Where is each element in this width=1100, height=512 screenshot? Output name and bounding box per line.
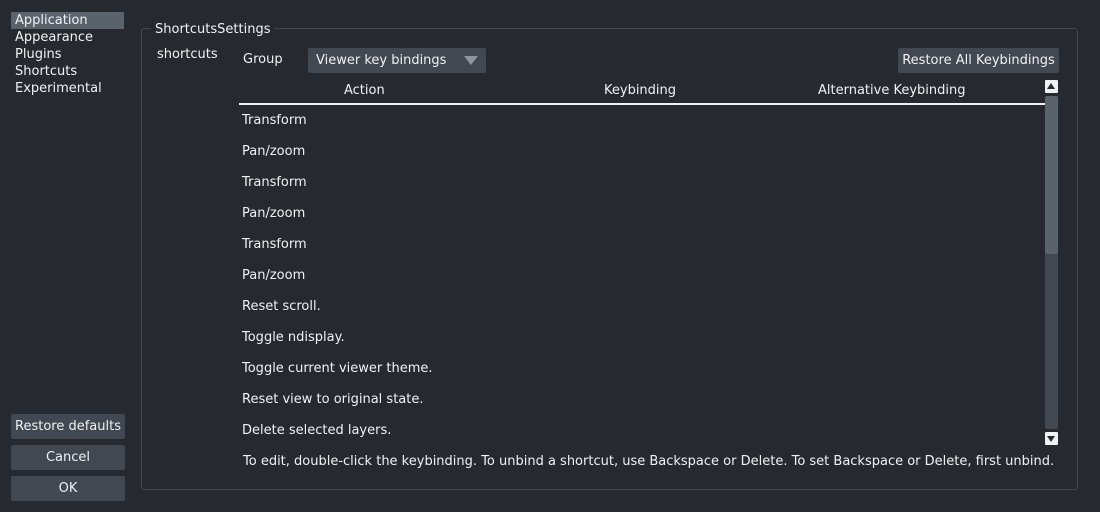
restore-defaults-button[interactable]: Restore defaults [11,414,125,439]
scroll-thumb[interactable] [1045,96,1058,254]
sidebar: Application Appearance Plugins Shortcuts… [11,12,125,97]
shortcuts-table: Action Keybinding Alternative Keybinding… [239,80,1045,444]
cancel-button[interactable]: Cancel [11,445,125,470]
sidebar-item-appearance[interactable]: Appearance [11,29,125,46]
chevron-down-icon [464,56,478,65]
action-cell: Pan/zoom [242,206,306,221]
action-cell: Reset view to original state. [242,392,424,407]
shortcuts-field-label: shortcuts [157,47,218,62]
edit-hint-text: To edit, double-click the keybinding. To… [243,454,1055,469]
sidebar-item-plugins[interactable]: Plugins [11,46,125,63]
groupbox-title: ShortcutsSettings [151,21,275,38]
action-cell: Reset scroll. [242,299,321,314]
table-header: Action Keybinding Alternative Keybinding [239,80,1045,105]
action-cell: Transform [242,175,307,190]
column-header-action[interactable]: Action [344,83,385,98]
preferences-dialog: Application Appearance Plugins Shortcuts… [0,0,1100,512]
table-row[interactable]: Transform [239,229,1045,260]
table-row[interactable]: Toggle current viewer theme. [239,353,1045,384]
group-label: Group [243,52,283,67]
table-row[interactable]: Reset scroll. [239,291,1045,322]
action-cell: Transform [242,237,307,252]
table-row[interactable]: Reset view to original state. [239,384,1045,415]
table-row[interactable]: Toggle ndisplay. [239,322,1045,353]
table-scrollbar[interactable] [1045,80,1058,445]
column-header-keybinding[interactable]: Keybinding [604,83,676,98]
table-row[interactable]: Delete selected layers. [239,415,1045,444]
column-header-alternative-keybinding[interactable]: Alternative Keybinding [818,83,965,98]
action-cell: Delete selected layers. [242,423,392,438]
group-dropdown[interactable]: Viewer key bindings [308,48,486,73]
table-row[interactable]: Pan/zoom [239,260,1045,291]
scroll-track[interactable] [1045,96,1058,429]
action-cell: Pan/zoom [242,268,306,283]
arrow-up-icon[interactable] [1045,80,1058,93]
action-cell: Pan/zoom [242,144,306,159]
table-row[interactable]: Transform [239,167,1045,198]
table-row[interactable]: Transform [239,105,1045,136]
sidebar-item-application[interactable]: Application [11,12,124,29]
restore-all-keybindings-button[interactable]: Restore All Keybindings [898,48,1059,73]
action-cell: Transform [242,113,307,128]
sidebar-item-shortcuts[interactable]: Shortcuts [11,63,125,80]
table-row[interactable]: Pan/zoom [239,198,1045,229]
arrow-down-icon[interactable] [1045,432,1058,445]
action-cell: Toggle current viewer theme. [242,361,433,376]
dialog-buttons: Restore defaults Cancel OK [11,414,125,507]
table-row[interactable]: Pan/zoom [239,136,1045,167]
group-dropdown-value: Viewer key bindings [316,53,447,68]
ok-button[interactable]: OK [11,476,125,501]
action-cell: Toggle ndisplay. [242,330,345,345]
sidebar-item-experimental[interactable]: Experimental [11,80,125,97]
table-body: Transform Pan/zoom Transform Pan/zoom Tr… [239,105,1045,444]
